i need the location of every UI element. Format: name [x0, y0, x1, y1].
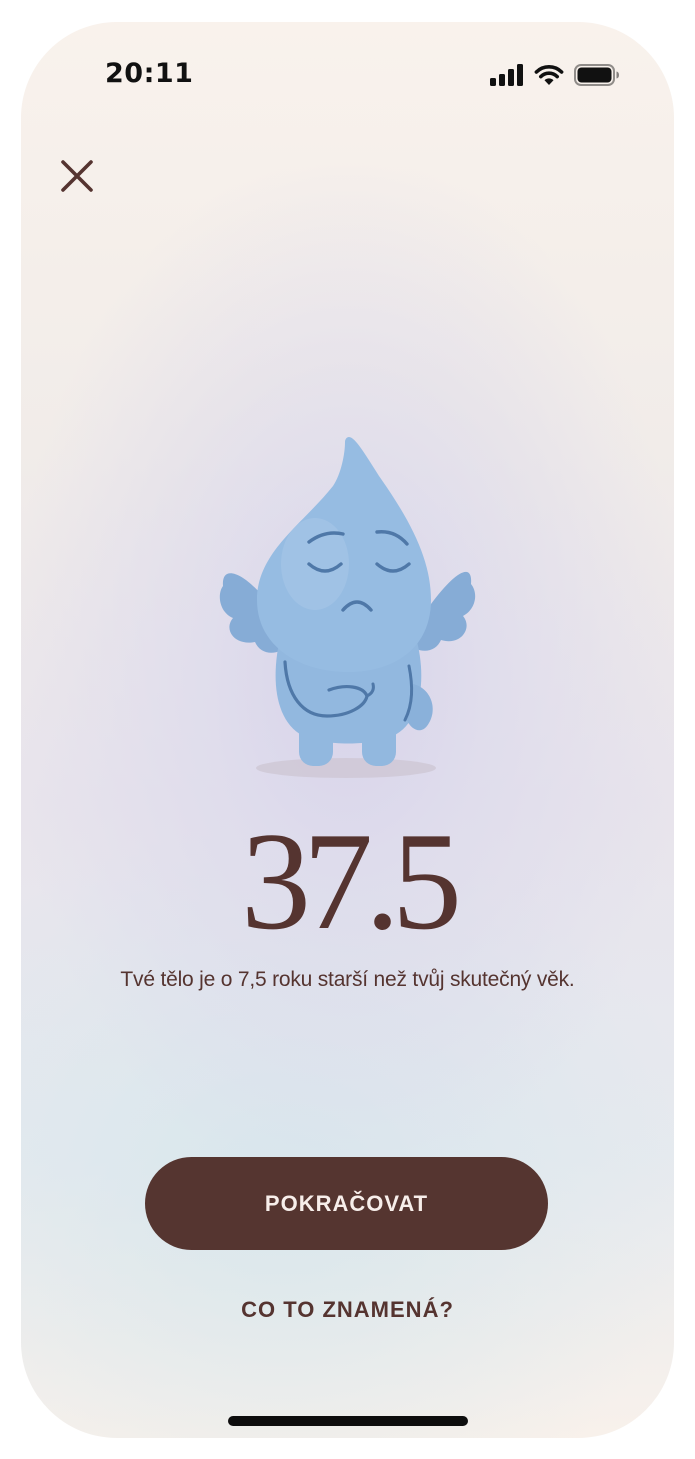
water-drop-mascot-icon — [219, 437, 476, 778]
status-bar: 20:11 — [21, 22, 674, 122]
status-icons — [490, 64, 620, 86]
battery-icon — [574, 64, 619, 86]
status-time: 20:11 — [105, 58, 194, 89]
close-icon — [61, 160, 93, 192]
signal-icon — [490, 64, 523, 86]
continue-button[interactable]: POKRAČOVAT — [145, 1157, 548, 1250]
mascot-shadow — [256, 758, 436, 778]
biological-age-score: 37.5 — [241, 804, 462, 959]
wifi-icon — [534, 65, 564, 85]
app-screen: 20:11 37.5 Tvé tělo je o 7,5 roku starší… — [21, 22, 674, 1438]
home-indicator[interactable] — [228, 1416, 468, 1426]
what-does-it-mean-link[interactable]: CO TO ZNAMENÁ? — [21, 1297, 674, 1323]
age-comparison-message: Tvé tělo je o 7,5 roku starší než tvůj s… — [120, 968, 575, 991]
close-button[interactable] — [55, 154, 99, 198]
